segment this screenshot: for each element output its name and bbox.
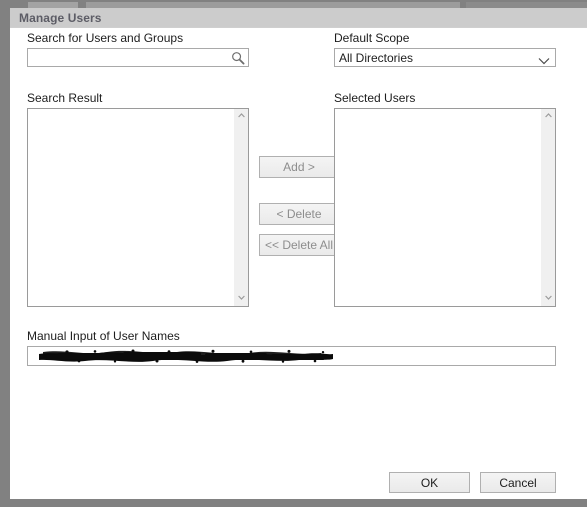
search-label: Search for Users and Groups xyxy=(27,31,184,45)
search-icon[interactable] xyxy=(231,51,245,65)
background-desktop-strip xyxy=(0,0,587,8)
scroll-down-icon[interactable] xyxy=(541,291,555,306)
search-result-items[interactable] xyxy=(28,109,232,306)
dialog-content: Search for Users and Groups Default Scop… xyxy=(10,29,587,499)
search-result-scrollbar[interactable] xyxy=(233,109,248,306)
selected-users-listbox[interactable] xyxy=(334,108,556,307)
add-button[interactable]: Add > xyxy=(259,156,339,178)
dialog-titlebar[interactable]: Manage Users xyxy=(10,8,587,28)
search-result-listbox[interactable] xyxy=(27,108,249,307)
manual-input-field[interactable] xyxy=(28,347,555,365)
window-frame-left xyxy=(0,8,10,499)
selected-users-items[interactable] xyxy=(335,109,539,306)
selected-users-scrollbar[interactable] xyxy=(540,109,555,306)
scroll-up-icon[interactable] xyxy=(541,109,555,124)
cancel-button[interactable]: Cancel xyxy=(480,472,556,493)
delete-button[interactable]: < Delete xyxy=(259,203,339,225)
scroll-up-icon[interactable] xyxy=(234,109,248,124)
window-frame-bottom xyxy=(0,499,587,507)
default-scope-label: Default Scope xyxy=(334,31,410,45)
search-field-wrapper[interactable] xyxy=(27,48,249,67)
delete-all-button[interactable]: << Delete All xyxy=(259,234,339,256)
default-scope-value: All Directories xyxy=(339,51,414,65)
ok-button[interactable]: OK xyxy=(389,472,470,493)
selected-users-label: Selected Users xyxy=(334,91,416,105)
manual-input-label: Manual Input of User Names xyxy=(27,329,180,343)
manual-input-field-wrapper[interactable] xyxy=(27,346,556,366)
default-scope-select[interactable]: All Directories xyxy=(334,48,556,67)
chevron-down-icon[interactable] xyxy=(538,54,550,65)
search-result-label: Search Result xyxy=(27,91,103,105)
search-input[interactable] xyxy=(28,49,228,66)
dialog-title: Manage Users xyxy=(19,11,102,25)
scroll-down-icon[interactable] xyxy=(234,291,248,306)
